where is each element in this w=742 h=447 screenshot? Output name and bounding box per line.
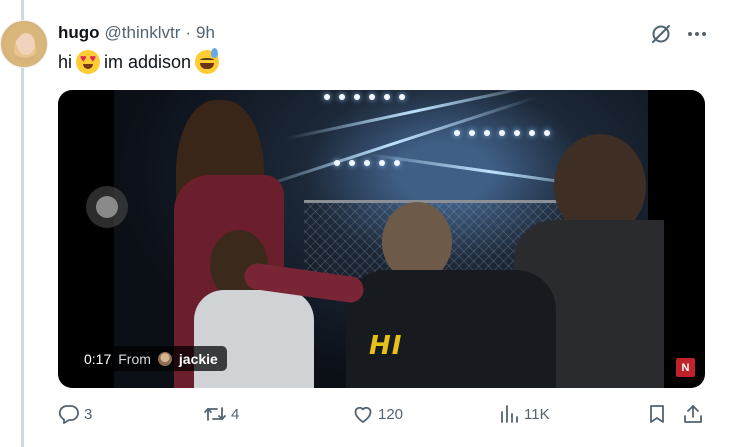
reply-count: 3 (84, 405, 93, 423)
share-button[interactable] (682, 403, 704, 425)
tweet-text-hi: hi (58, 51, 73, 72)
from-label: From (118, 350, 151, 367)
video-caption: HI (369, 331, 403, 361)
like-icon (354, 406, 372, 423)
views-count: 11K (524, 405, 550, 423)
more-icon[interactable] (686, 23, 708, 45)
views-icon (501, 405, 518, 423)
video-player[interactable]: HI 0:17 From jackie N (58, 90, 705, 388)
heart-eyes-emoji-icon (76, 50, 101, 74)
avatar-face (17, 33, 35, 55)
video-time-chip[interactable]: 0:17 From jackie (75, 346, 227, 371)
source-avatar (157, 351, 172, 366)
reply-button[interactable]: 3 (58, 403, 92, 425)
like-count: 120 (378, 405, 404, 423)
separator-dot: · (185, 23, 192, 42)
reply-icon (58, 405, 79, 424)
tweet-actions: 3 4 120 11K (58, 403, 708, 431)
tweet-text-body: im addison (104, 51, 192, 72)
video-elapsed: 0:17 (84, 350, 112, 367)
grok-icon[interactable] (650, 23, 672, 45)
author-name[interactable]: hugo (58, 23, 100, 43)
repost-button[interactable]: 4 (203, 403, 239, 425)
share-icon (684, 405, 702, 423)
bookmark-button[interactable] (646, 403, 668, 425)
like-button[interactable]: 120 (352, 403, 403, 425)
tweet-text: hi im addison (58, 48, 220, 74)
source-name[interactable]: jackie (179, 351, 218, 367)
repost-count: 4 (231, 405, 240, 423)
video-drag-handle[interactable] (86, 186, 128, 228)
n-badge-icon: N (676, 358, 695, 377)
author-handle[interactable]: @thinklvtr (105, 23, 181, 43)
views-button[interactable]: 11K (498, 403, 550, 425)
repost-icon (204, 407, 226, 421)
tweet-header: hugo @thinklvtr · 9h (58, 23, 215, 43)
avatar[interactable] (0, 20, 48, 68)
header-actions (650, 23, 708, 45)
bookmark-icon (650, 405, 664, 423)
sweat-smile-emoji-icon (195, 48, 220, 74)
timestamp[interactable]: 9h (196, 23, 215, 43)
